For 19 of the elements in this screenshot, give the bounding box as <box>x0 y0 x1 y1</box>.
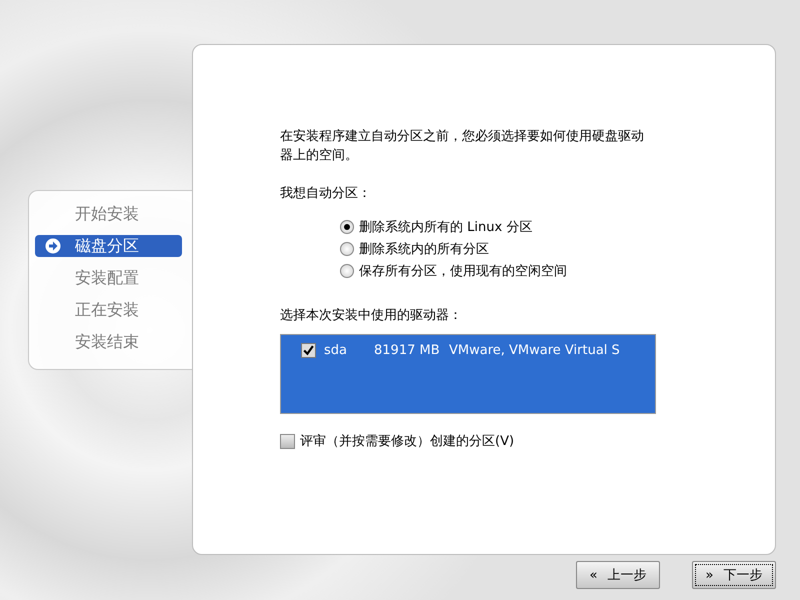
drive-model: VMware, VMware Virtual S <box>449 343 620 358</box>
partition-label: 我想自动分区： <box>280 185 372 203</box>
arrow-circle-icon <box>45 238 61 254</box>
drives-label: 选择本次安装中使用的驱动器： <box>280 307 463 325</box>
checkbox[interactable] <box>301 343 316 358</box>
review-checkbox[interactable]: 评审（并按需要修改）创建的分区(V) <box>280 432 755 450</box>
intro-text: 在安装程序建立自动分区之前，您必须选择要如何使用硬盘驱动器上的空间。 <box>280 128 645 165</box>
drive-name: sda <box>324 343 348 358</box>
sidebar-item[interactable]: 安装配置 <box>35 267 182 289</box>
drive-size: 81917 MB <box>374 343 441 358</box>
back-button[interactable]: « 上一步 <box>576 561 660 589</box>
sidebar-item[interactable]: 安装结束 <box>35 331 182 353</box>
sidebar-item[interactable]: 正在安装 <box>35 299 182 321</box>
sidebar-item[interactable]: 开始安装 <box>35 203 182 225</box>
radio-option[interactable]: 保存所有分区，使用现有的空闲空间 <box>340 260 755 282</box>
radio-option[interactable]: 删除系统内的所有分区 <box>340 238 755 260</box>
sidebar-item[interactable]: 磁盘分区 <box>35 235 182 257</box>
next-button[interactable]: » 下一步 <box>692 561 776 589</box>
radio-option[interactable]: 删除系统内所有的 Linux 分区 <box>340 216 755 238</box>
